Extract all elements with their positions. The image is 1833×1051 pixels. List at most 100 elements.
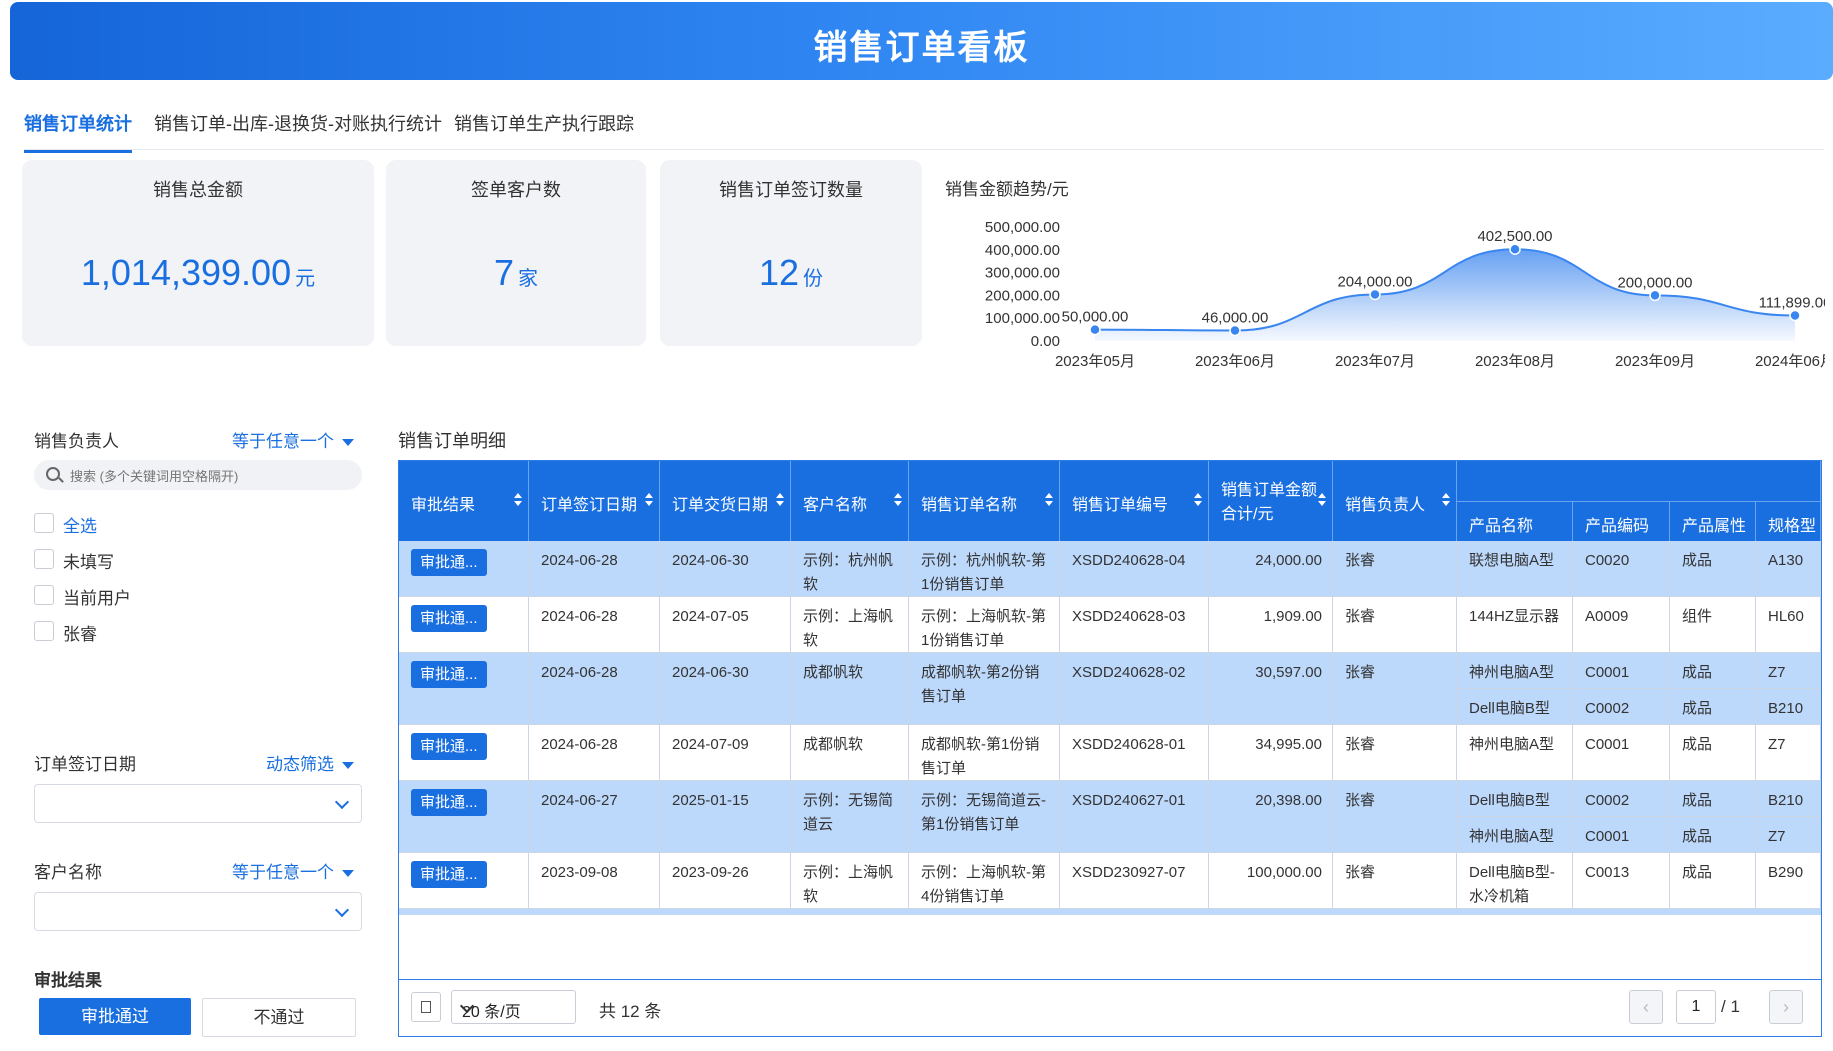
status-badge[interactable]: 审批通...	[411, 789, 487, 816]
column-header-order-name[interactable]: 销售订单名称	[909, 461, 1060, 541]
checkbox-zhangrui[interactable]	[34, 621, 54, 641]
cell-order-name: 示例：上海帆软-第4份销售订单	[909, 853, 1060, 909]
owner-search-input[interactable]	[68, 460, 357, 492]
cell-product-attr: 成品	[1670, 725, 1756, 781]
cell-text: 成品	[1682, 864, 1713, 881]
checkbox-unfilled[interactable]	[34, 549, 54, 569]
cell-text: A0009	[1585, 608, 1629, 625]
data-point	[1089, 323, 1101, 336]
cell-product-attr: 成品	[1670, 689, 1756, 725]
cell-text: 示例：无锡简道云-第1份销售订单	[921, 792, 1046, 833]
approval-fail-button[interactable]: 不通过	[202, 998, 356, 1037]
cell-text: A130	[1768, 552, 1804, 569]
cell-product-spec: Z7	[1756, 653, 1821, 689]
status-badge[interactable]: 审批通...	[411, 733, 487, 760]
y-tick-label: 500,000.00	[985, 219, 1060, 236]
tab-sales-order-stats[interactable]: 销售订单统计	[24, 110, 132, 153]
column-header-product-0[interactable]: 产品名称	[1457, 501, 1573, 541]
cell-text: 示例：上海帆软-第4份销售订单	[921, 864, 1046, 905]
checkbox-select-all[interactable]	[34, 513, 54, 533]
cell-approval[interactable]: 审批通...	[399, 725, 529, 781]
cell-product-code: C0001	[1573, 653, 1670, 689]
column-header-order-amount[interactable]: 销售订单金额合计/元	[1209, 461, 1333, 541]
column-header-sign-date[interactable]: 订单签订日期	[529, 461, 660, 541]
cell-text: Z7	[1768, 828, 1786, 845]
filter-owner-op[interactable]: 等于任意一个	[232, 427, 354, 452]
sales-trend-chart: 0.00 100,000.00 200,000.00 300,000.00 400,00…	[985, 219, 1825, 370]
cell-product-code: C0020	[1573, 541, 1670, 597]
cell-order-name: 示例：无锡简道云-第1份销售订单	[909, 781, 1060, 853]
prev-page-button[interactable]: ‹	[1629, 990, 1663, 1024]
cell-approval[interactable]: 审批通...	[399, 853, 529, 909]
cell-text: C0001	[1585, 736, 1630, 753]
column-header-approval[interactable]: 审批结果	[399, 461, 529, 541]
cell-text: 成都帆软	[803, 664, 864, 681]
sign-date-select[interactable]	[34, 784, 362, 823]
cell-text: C0013	[1585, 864, 1630, 881]
status-badge[interactable]: 审批通...	[411, 661, 487, 688]
cell-text: 组件	[1682, 608, 1713, 625]
cell-text: 神州电脑A型	[1469, 664, 1555, 681]
cell-product-name: 神州电脑A型	[1457, 725, 1573, 781]
filter-customer-op[interactable]: 等于任意一个	[232, 858, 354, 883]
cell-product-spec: Z7	[1756, 817, 1821, 853]
option-unfilled[interactable]: 未填写	[63, 548, 114, 573]
cell-approval[interactable]: 审批通...	[399, 541, 529, 597]
approval-pass-button[interactable]: 审批通过	[39, 998, 191, 1035]
cell-text: 示例：杭州帆软-第1份销售订单	[921, 552, 1046, 593]
cell-text: Z7	[1768, 664, 1786, 681]
column-header-order-code[interactable]: 销售订单编号	[1060, 461, 1209, 541]
data-point	[1649, 289, 1661, 302]
export-icon[interactable]	[411, 992, 441, 1022]
cell-text: 20,398.00	[1255, 792, 1322, 809]
data-label: 402,500.00	[1477, 228, 1552, 245]
next-page-button[interactable]: ›	[1769, 990, 1803, 1024]
column-header-customer[interactable]: 客户名称	[791, 461, 909, 541]
column-header-product-1[interactable]: 产品编码	[1573, 501, 1670, 541]
cell-text: 张睿	[1345, 792, 1376, 809]
cell-customer: 成都帆软	[791, 653, 909, 725]
status-badge[interactable]: 审批通...	[411, 605, 487, 632]
cell-approval[interactable]: 审批通...	[399, 781, 529, 853]
tab-production-tracking[interactable]: 销售订单生产执行跟踪	[454, 110, 634, 150]
page-size-select[interactable]: 20 条/页	[451, 990, 576, 1024]
checkbox-current-user[interactable]	[34, 585, 54, 605]
cell-text: 2024-06-28	[541, 664, 618, 681]
filter-customer-label: 客户名称	[34, 863, 102, 882]
column-header-delivery-date[interactable]: 订单交货日期	[660, 461, 791, 541]
customer-select[interactable]	[34, 892, 362, 931]
cell-product-name: Dell电脑B型	[1457, 781, 1573, 817]
option-current-user[interactable]: 当前用户	[63, 584, 131, 609]
cell-text: 成品	[1682, 664, 1713, 681]
status-badge[interactable]: 审批通...	[411, 549, 487, 576]
cell-text: 2024-06-27	[541, 792, 618, 809]
cell-owner: 张睿	[1333, 653, 1457, 725]
option-zhangrui[interactable]: 张睿	[63, 620, 97, 645]
cell-customer: 成都帆软	[791, 725, 909, 781]
column-header-label: 产品名称	[1469, 518, 1534, 535]
column-header-product-3[interactable]: 规格型	[1756, 501, 1821, 541]
tab-bar: 销售订单统计 销售订单-出库-退换货-对账执行统计 销售订单生产执行跟踪	[24, 100, 1824, 153]
cell-approval[interactable]: 审批通...	[399, 597, 529, 653]
cell-text: 成品	[1682, 792, 1713, 809]
filter-approval-label: 审批结果	[34, 971, 102, 990]
cell-delivery-date: 2024-07-09	[660, 725, 791, 781]
pagination: 20 条/页 共 12 条 ‹ 1 / 1 ›	[399, 979, 1821, 1036]
cell-text: 成品	[1682, 828, 1713, 845]
x-tick-label: 2023年05月	[1055, 353, 1135, 370]
cell-text: B210	[1768, 700, 1804, 717]
column-header-product-2[interactable]: 产品属性	[1670, 501, 1756, 541]
cell-approval[interactable]: 审批通...	[399, 653, 529, 725]
cell-text: XSDD240627-01	[1072, 792, 1186, 809]
table-title: 销售订单明细	[398, 431, 506, 451]
column-header-owner[interactable]: 销售负责人	[1333, 461, 1457, 541]
y-tick-label: 100,000.00	[985, 310, 1060, 327]
tab-order-outbound-stats[interactable]: 销售订单-出库-退换货-对账执行统计	[154, 110, 442, 150]
cell-text: 成品	[1682, 736, 1713, 753]
cell-sign-date: 2024-06-28	[529, 725, 660, 781]
status-badge[interactable]: 审批通...	[411, 861, 487, 888]
page-input[interactable]: 1	[1676, 990, 1716, 1024]
option-select-all[interactable]: 全选	[63, 512, 97, 537]
filter-sign-date-op[interactable]: 动态筛选	[266, 750, 354, 775]
cell-text: Dell电脑B型	[1469, 792, 1550, 809]
